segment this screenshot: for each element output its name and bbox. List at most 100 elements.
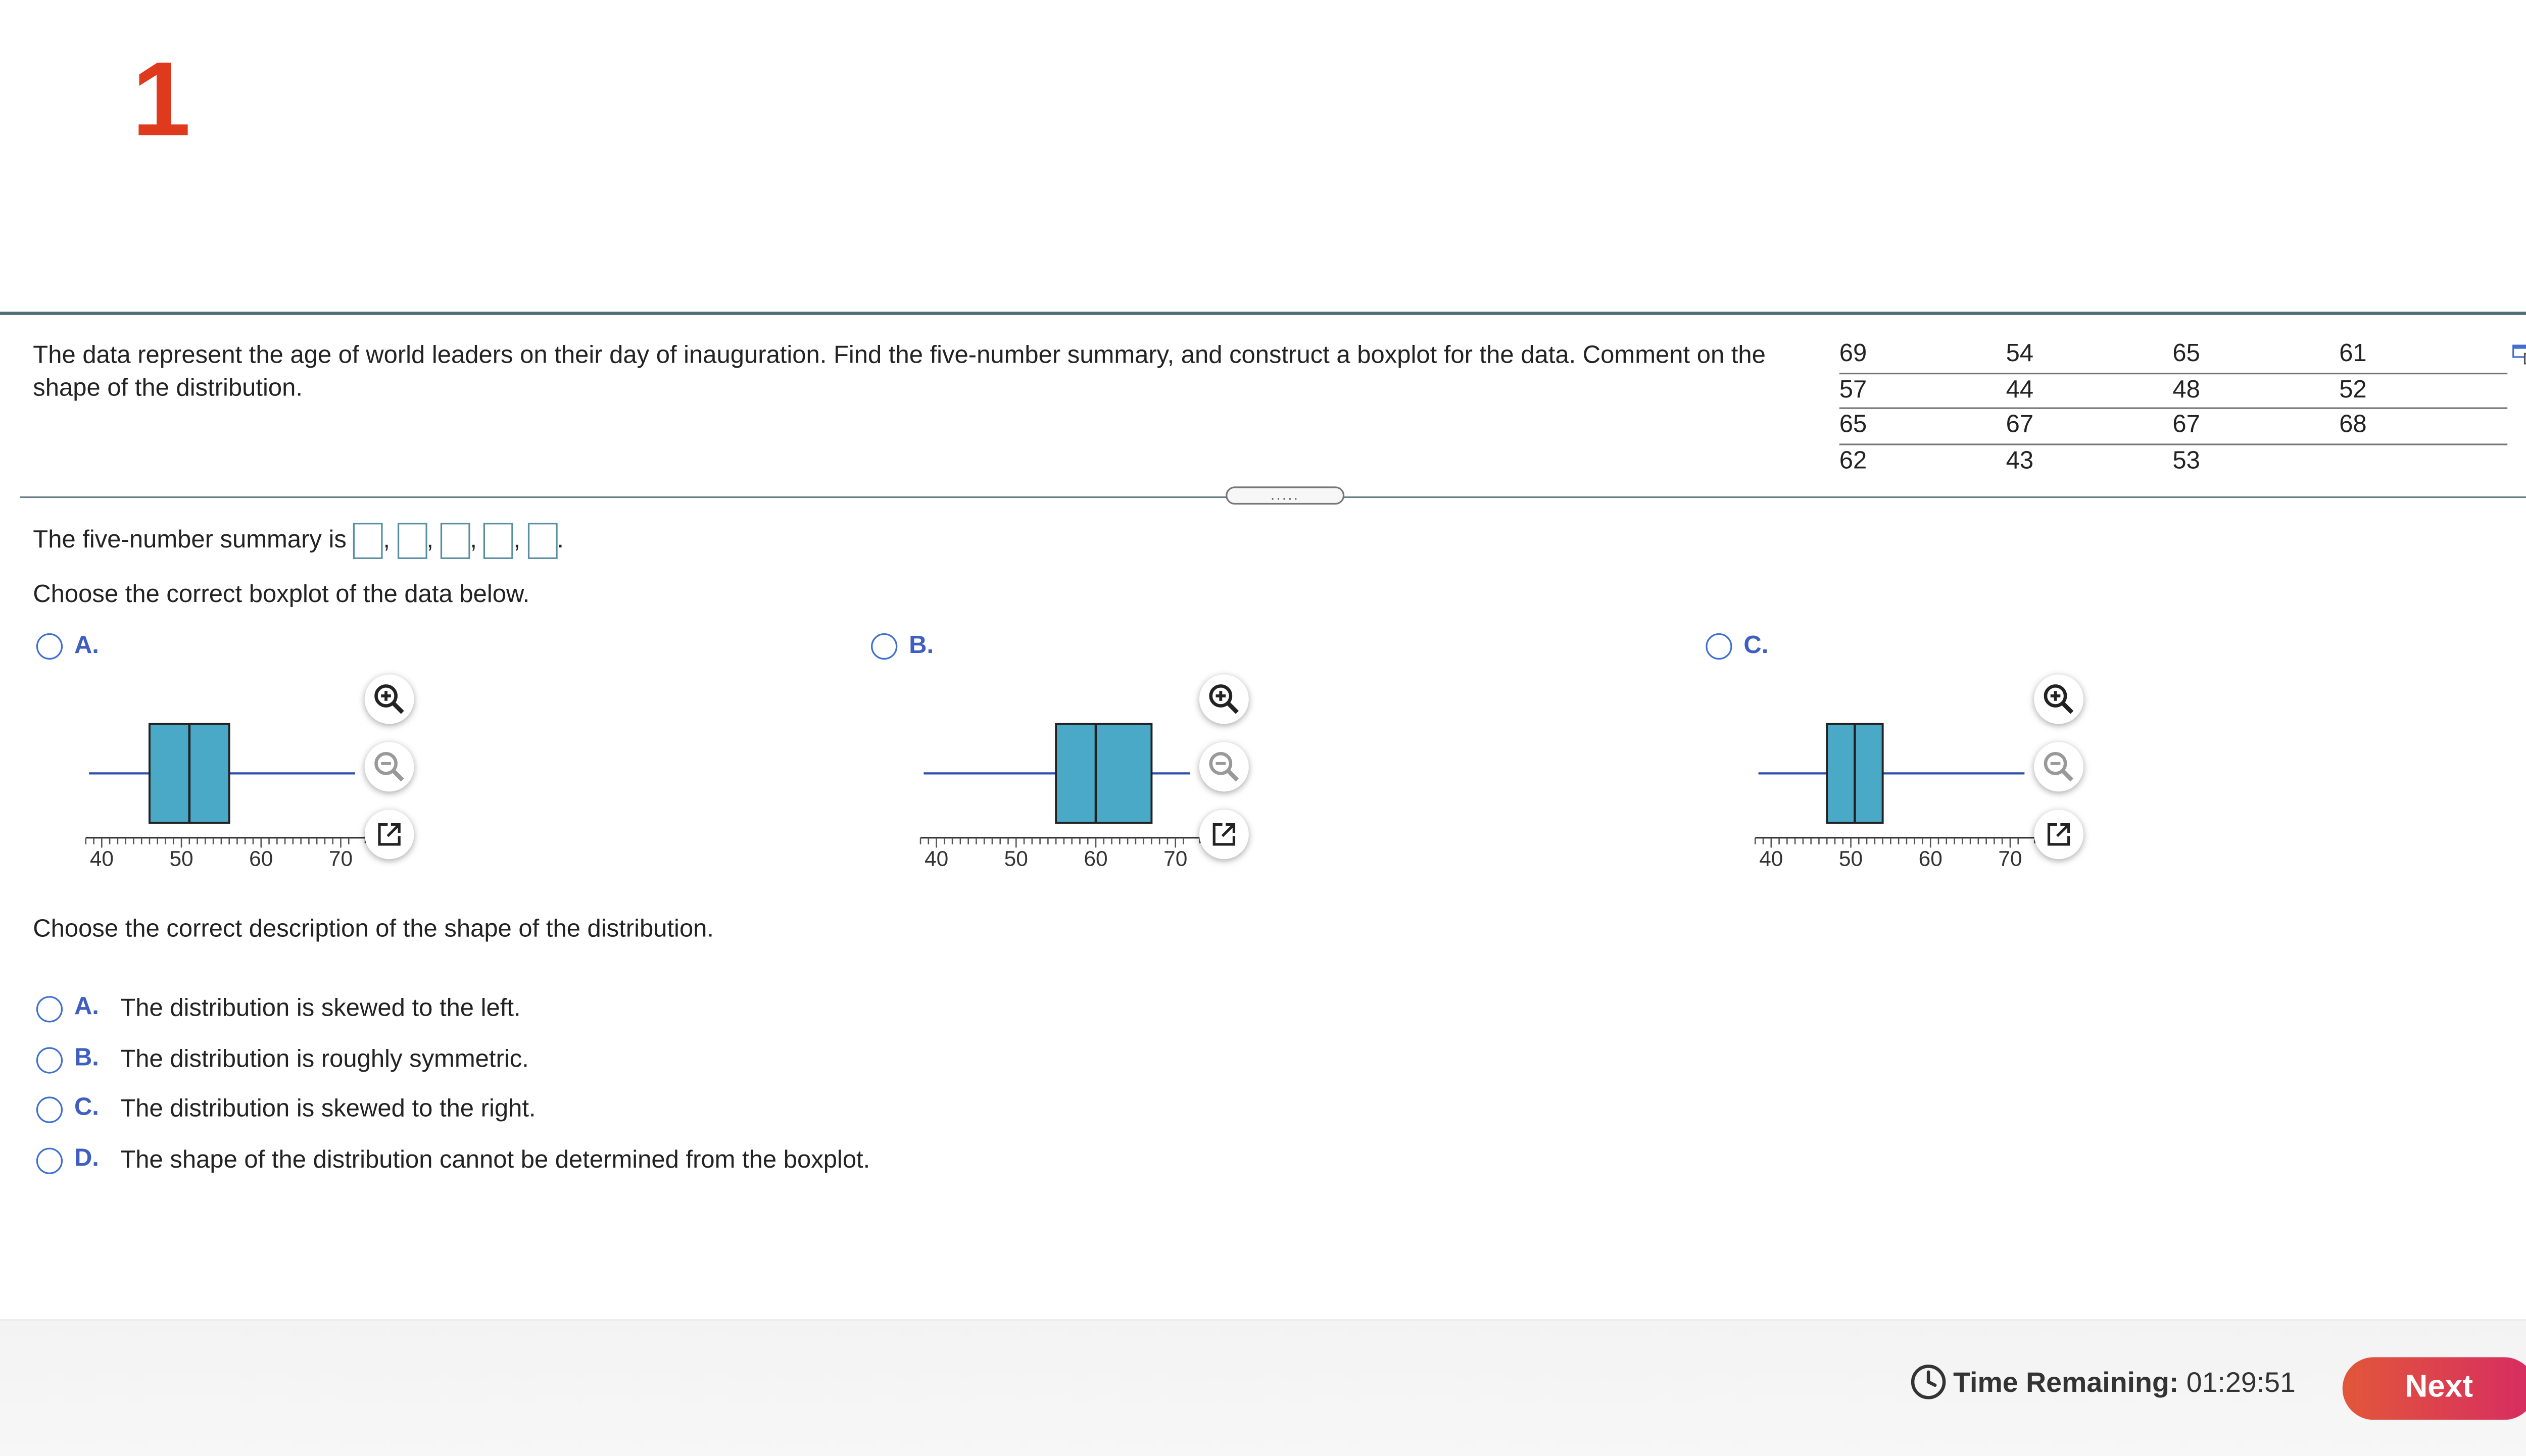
boxplot-chart: 40 50 60 70: [1754, 723, 2048, 870]
box: [1055, 723, 1153, 824]
table-cell: 53: [2172, 446, 2200, 474]
shape-question-label: Choose the correct description of the sh…: [33, 915, 714, 943]
option-letter: B.: [74, 1043, 99, 1072]
top-divider: [0, 312, 2526, 315]
tick-label: 70: [329, 846, 353, 870]
zoom-out-button[interactable]: [364, 742, 414, 792]
tick-label: 50: [1839, 846, 1863, 870]
zoom-in-button[interactable]: [2034, 674, 2084, 724]
radio-button[interactable]: [36, 1147, 63, 1174]
shape-option-a[interactable]: A. The distribution is skewed to the lef…: [0, 991, 1155, 1027]
radio-button[interactable]: [36, 1047, 63, 1074]
radio-button[interactable]: [36, 1096, 63, 1123]
tick-label: 60: [1084, 846, 1107, 870]
option-text: The shape of the distribution cannot be …: [120, 1146, 870, 1174]
table-cell: 67: [2172, 411, 2200, 439]
popout-data-icon[interactable]: [2512, 344, 2526, 365]
zoom-out-icon: [1209, 751, 1239, 782]
option-text: The distribution is skewed to the right.: [120, 1095, 536, 1123]
time-value: 01:29:51: [2186, 1367, 2296, 1398]
radio-button[interactable]: [36, 996, 63, 1023]
zoom-in-icon: [374, 684, 404, 714]
next-button[interactable]: Next: [2342, 1357, 2526, 1420]
boxplot-question-label: Choose the correct boxplot of the data b…: [33, 580, 530, 609]
zoom-out-icon: [374, 751, 404, 782]
option-letter: D.: [74, 1144, 99, 1173]
option-letter: A.: [74, 631, 99, 660]
radio-button[interactable]: [1706, 633, 1732, 660]
open-graph-button[interactable]: [2034, 810, 2084, 860]
radio-button[interactable]: [36, 633, 63, 660]
table-cell: 68: [2339, 411, 2367, 439]
option-letter: A.: [74, 992, 99, 1021]
table-cell: 69: [1839, 339, 1867, 368]
comma: ,: [426, 526, 433, 555]
tick-label: 50: [1004, 846, 1028, 870]
option-text: The distribution is skewed to the left.: [120, 994, 521, 1023]
option-letter: C.: [74, 1093, 99, 1122]
table-cell: 48: [2172, 375, 2200, 404]
period: .: [557, 526, 564, 555]
radio-button[interactable]: [871, 633, 898, 660]
shape-option-d[interactable]: D. The shape of the distribution cannot …: [0, 1143, 1155, 1179]
boxplot-option-b[interactable]: B. 40 50 60 70: [835, 627, 1660, 890]
time-remaining: Time Remaining: 01:29:51: [1910, 1364, 2296, 1403]
open-graph-button[interactable]: [364, 810, 414, 860]
external-link-icon: [2047, 823, 2070, 846]
tick-label: 70: [1998, 846, 2022, 870]
zoom-out-icon: [2044, 751, 2074, 782]
table-cell: 62: [1839, 446, 1867, 474]
comma: ,: [513, 526, 520, 555]
table-cell: 65: [2172, 339, 2200, 368]
table-cell: 43: [2006, 446, 2034, 474]
open-graph-button[interactable]: [1199, 810, 1249, 860]
resize-handle[interactable]: .....: [1226, 486, 1345, 505]
table-cell: 44: [2006, 375, 2034, 404]
table-row: 57 44 48 52: [1839, 374, 2508, 409]
zoom-in-icon: [1209, 684, 1239, 714]
data-table: 69 54 65 61 57 44 48 52 65 67 67 68 62 4…: [1839, 338, 2508, 478]
tick-label: 60: [249, 846, 273, 870]
option-text: The distribution is roughly symmetric.: [120, 1045, 529, 1074]
table-cell: 65: [1839, 411, 1867, 439]
shape-option-c[interactable]: C. The distribution is skewed to the rig…: [0, 1092, 1155, 1128]
external-link-icon: [1212, 823, 1236, 846]
tick-label: 50: [169, 846, 193, 870]
boxplot-chart: 40 50 60 70: [85, 723, 378, 870]
zoom-out-button[interactable]: [1199, 742, 1249, 792]
question-prompt: The data represent the age of world lead…: [33, 341, 1766, 403]
answer-box-min[interactable]: [353, 523, 383, 559]
answer-box-max[interactable]: [527, 523, 557, 559]
shape-option-b[interactable]: B. The distribution is roughly symmetric…: [0, 1042, 1155, 1079]
zoom-in-button[interactable]: [1199, 674, 1249, 724]
tick-label: 40: [1759, 846, 1783, 870]
table-cell: 61: [2339, 339, 2367, 368]
time-label: Time Remaining:: [1953, 1367, 2179, 1398]
external-link-icon: [378, 823, 401, 846]
answer-box-q3[interactable]: [483, 523, 514, 559]
table-row: 65 67 67 68: [1839, 409, 2508, 444]
five-number-label: The five-number summary is: [33, 526, 347, 555]
tick-label: 70: [1163, 846, 1187, 870]
table-row: 62 43 53: [1839, 444, 2507, 478]
comma: ,: [470, 526, 477, 555]
table-row: 69 54 65 61: [1839, 338, 2508, 374]
zoom-in-icon: [2044, 684, 2074, 714]
answer-box-median[interactable]: [440, 523, 470, 559]
boxplot-option-c[interactable]: C. 40 50 60 70: [1669, 627, 2494, 890]
question-number: 1: [132, 39, 191, 159]
clock-icon: [1911, 1365, 1946, 1399]
boxplot-option-a[interactable]: A. 40 50 60 70: [0, 627, 825, 890]
table-cell: 67: [2006, 411, 2034, 439]
zoom-out-button[interactable]: [2034, 742, 2084, 792]
option-letter: C.: [1743, 631, 1769, 660]
answer-box-q1[interactable]: [397, 523, 427, 559]
five-number-summary: The five-number summary is , , , , .: [33, 523, 564, 559]
option-letter: B.: [909, 631, 934, 660]
table-cell: 54: [2006, 339, 2034, 368]
table-cell: 57: [1839, 375, 1867, 404]
zoom-in-button[interactable]: [364, 674, 414, 724]
tick-label: 60: [1919, 846, 1942, 870]
table-cell: 52: [2339, 375, 2367, 404]
tick-label: 40: [925, 846, 948, 870]
